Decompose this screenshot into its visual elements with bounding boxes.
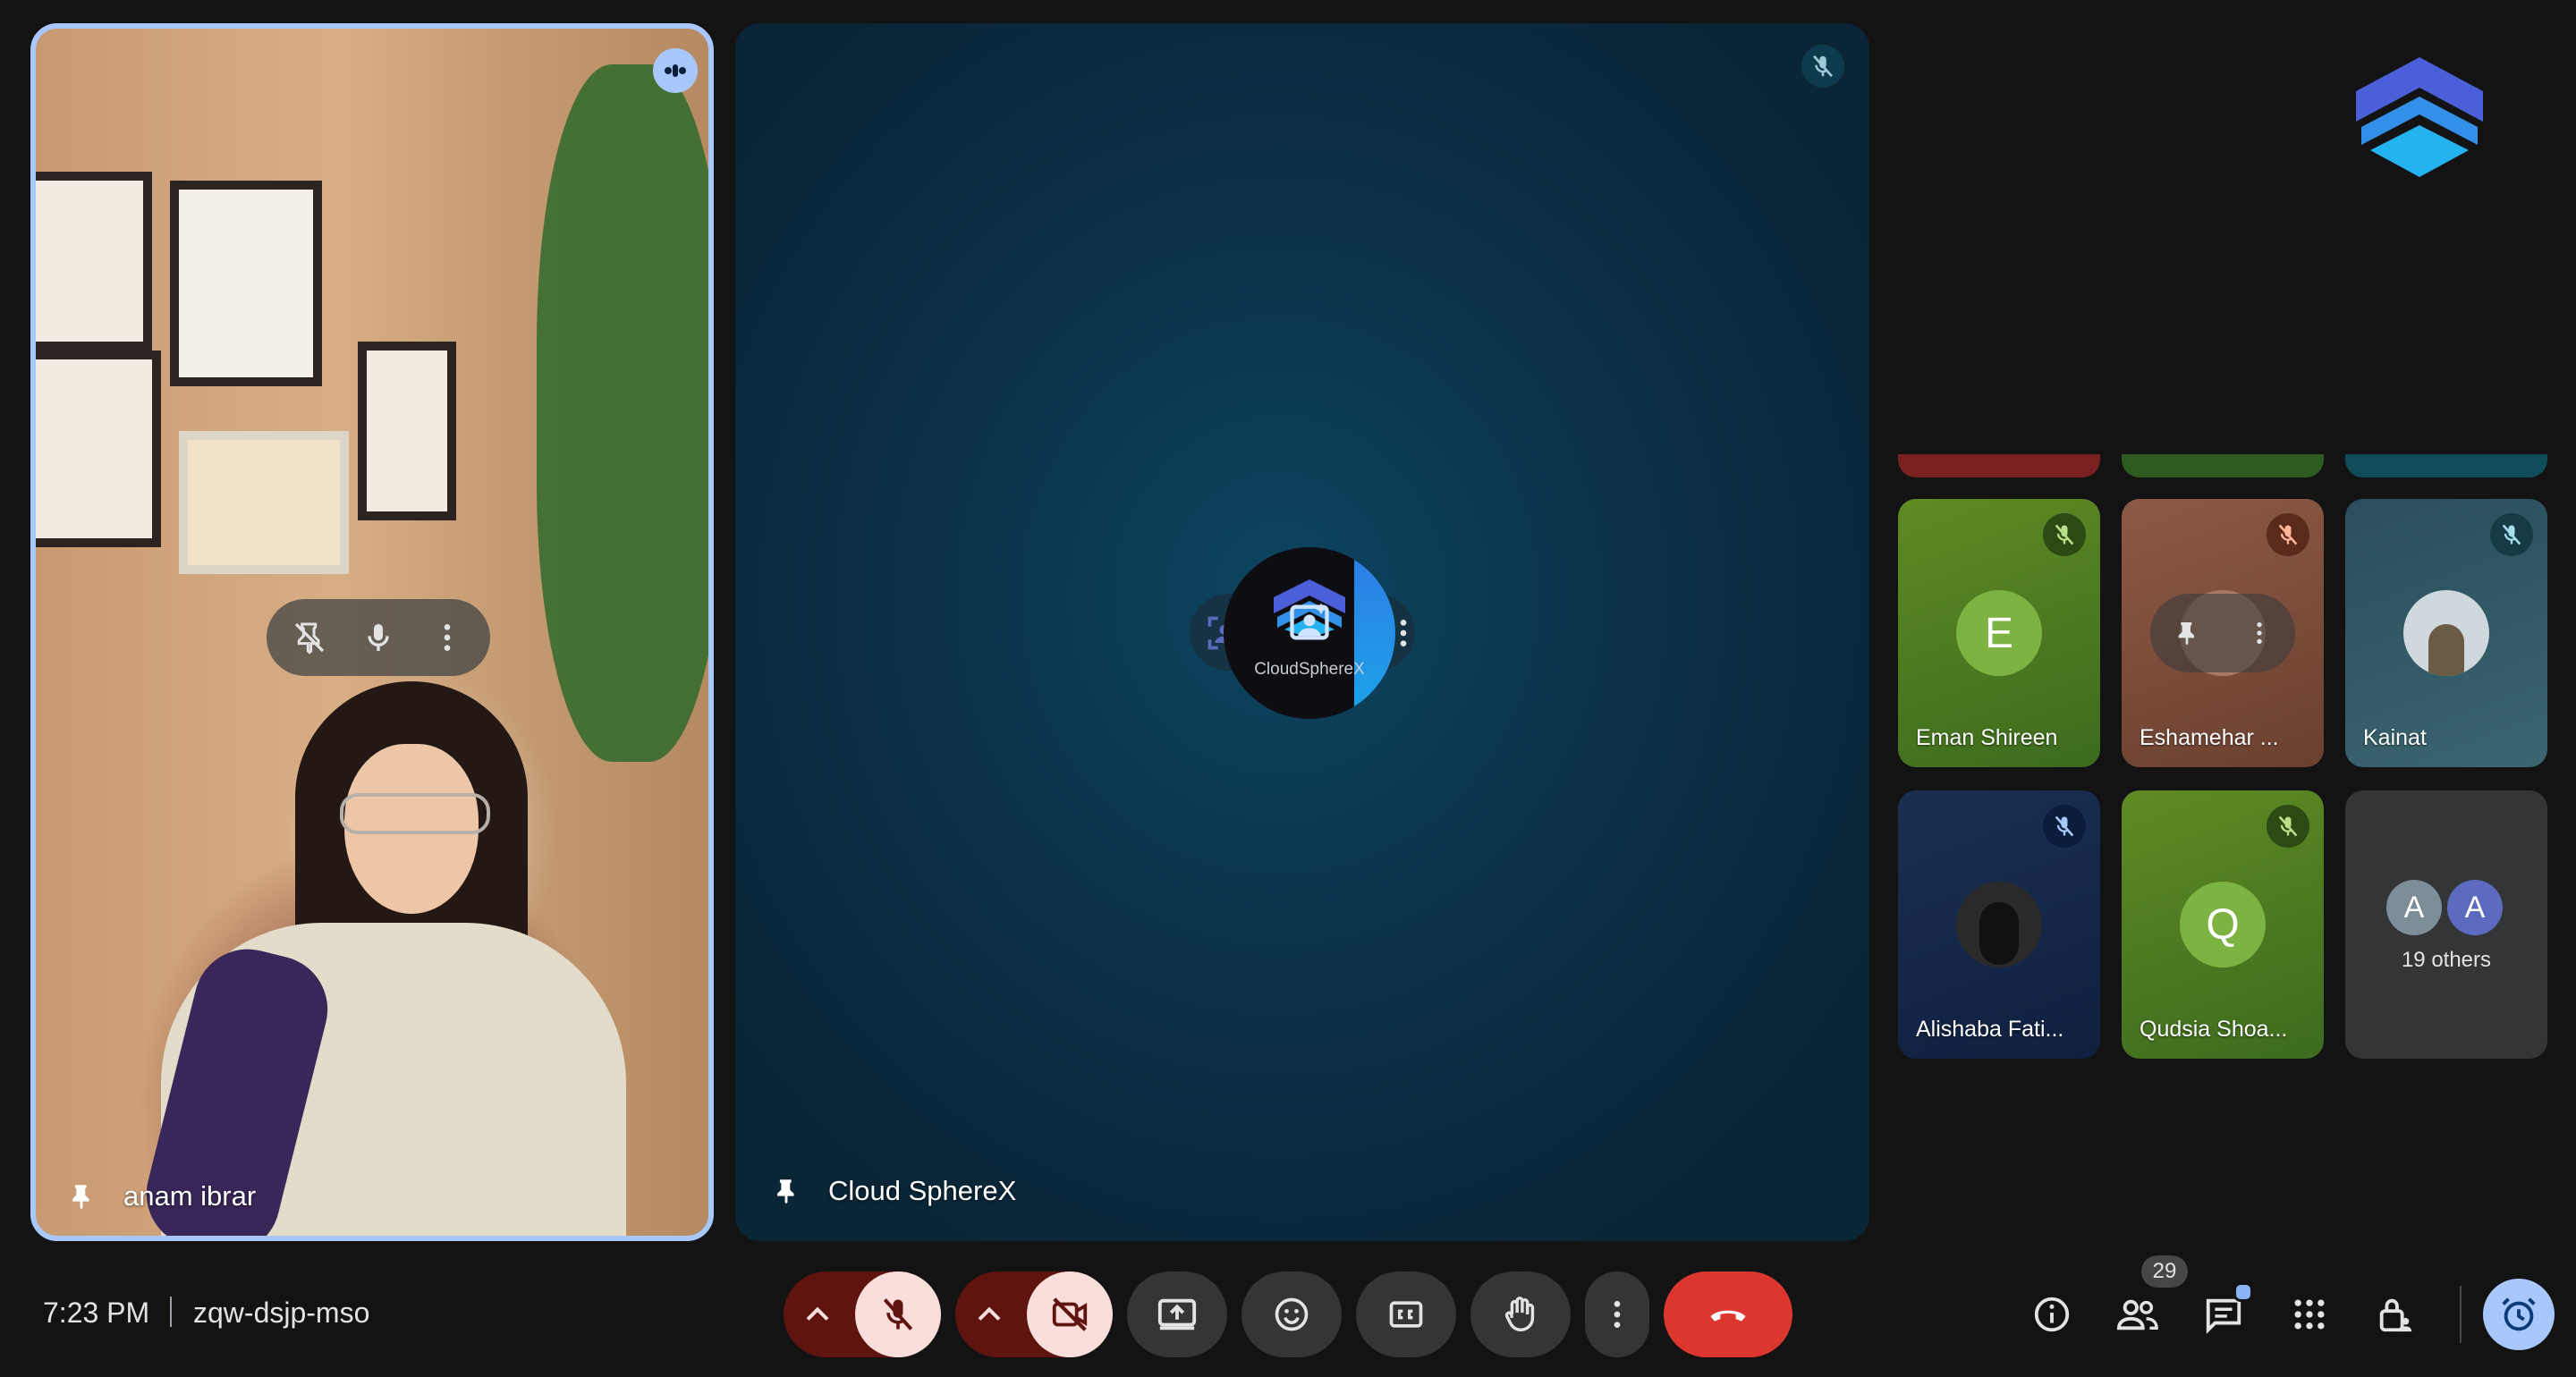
participant-name-label: Cloud SphereX (828, 1175, 1017, 1206)
participant-name-label: Qudsia Shoa... (2140, 1017, 2288, 1042)
participant-tile-partial[interactable] (2345, 454, 2547, 477)
others-tile[interactable]: A A 19 others (2345, 790, 2547, 1059)
emoji-icon (1275, 1297, 1309, 1331)
wall-frame (36, 351, 161, 547)
speaking-indicator-icon (653, 48, 698, 93)
camera-group (955, 1271, 1113, 1357)
camera-options-chevron-icon[interactable] (970, 1295, 1009, 1339)
wall-frame (358, 342, 456, 520)
avatar: E (1956, 590, 2042, 676)
wall-plant (537, 64, 708, 762)
apps-grid-icon (2294, 1299, 2325, 1330)
participant-tile-cloud-spherex[interactable]: CloudSphereX Cloud SphereX (735, 23, 1869, 1241)
logo-text: CloudSphereX (1254, 660, 1365, 679)
participant-tile-partial[interactable] (1898, 454, 2100, 477)
avatar (2403, 590, 2489, 676)
avatar-initial: E (1984, 609, 2013, 657)
pin-icon (777, 1179, 794, 1204)
mic-off-badge-icon (2043, 513, 2086, 556)
participant-name-label: anam ibrar (123, 1180, 257, 1212)
raise-hand-button[interactable] (1470, 1271, 1571, 1357)
camera-toggle-button[interactable] (1027, 1271, 1113, 1357)
cloudspherex-brand-logo-icon (2356, 57, 2483, 177)
wall-frame (179, 431, 349, 574)
avatar: A (2386, 880, 2442, 935)
chat-unread-dot (2233, 1282, 2253, 1302)
participant-name-label: Alishaba Fati... (1916, 1017, 2064, 1042)
participant-name-label: Kainat (2363, 725, 2427, 750)
participant-tile[interactable]: Eshamehar ... (2122, 499, 2324, 767)
call-end-icon (1710, 1310, 1746, 1322)
present-screen-icon (1157, 1298, 1197, 1331)
glasses (340, 793, 490, 834)
hand-icon (1504, 1297, 1535, 1331)
avatar-initial: A (2403, 890, 2425, 925)
participant-name: Cloud SphereX (771, 1175, 1016, 1207)
meeting-time: 7:23 PM (43, 1297, 150, 1329)
participant-tile[interactable]: Q Qudsia Shoa... (2122, 790, 2324, 1059)
lock-person-icon (2379, 1298, 2412, 1332)
mic-options-chevron-icon[interactable] (798, 1295, 837, 1339)
participant-tile[interactable]: E Eman Shireen (1898, 499, 2100, 767)
avatar (1956, 882, 2042, 967)
tile-hover-controls (267, 599, 490, 676)
pin-icon[interactable] (2173, 619, 2201, 647)
mic-off-badge-icon (2267, 513, 2309, 556)
participant-tile[interactable]: Kainat (2345, 499, 2547, 767)
divider (170, 1297, 172, 1327)
unpin-icon[interactable] (290, 618, 329, 657)
participant-tile-main[interactable]: anam ibrar (30, 23, 714, 1241)
avatar-initial: Q (2206, 900, 2240, 949)
cloudspherex-avatar: CloudSphereX (1224, 547, 1395, 719)
meeting-code: zqw-dsjp-mso (193, 1297, 370, 1329)
image-edit-icon (1290, 603, 1329, 640)
leave-call-button[interactable] (1664, 1271, 1792, 1357)
participant-tile-partial[interactable] (2122, 454, 2324, 477)
mic-off-badge-icon (1801, 45, 1844, 88)
reactions-button[interactable] (1241, 1271, 1342, 1357)
meeting-details-button[interactable] (2025, 1289, 2079, 1339)
pin-icon (72, 1185, 89, 1210)
more-vert-icon[interactable] (428, 618, 467, 657)
participant-name-label: Eshamehar ... (2140, 725, 2279, 750)
mic-off-icon (883, 1298, 913, 1331)
participant-count-badge: 29 (2141, 1255, 2188, 1288)
participant-tile[interactable]: Alishaba Fati... (1898, 790, 2100, 1059)
more-vert-icon (1614, 1301, 1621, 1328)
participant-name: anam ibrar (66, 1180, 256, 1212)
activities-button[interactable] (2283, 1289, 2336, 1339)
present-button[interactable] (1127, 1271, 1227, 1357)
participant-name-label: Eman Shireen (1916, 725, 2058, 750)
mic-toggle-button[interactable] (855, 1271, 941, 1357)
mic-off-badge-icon (2490, 513, 2533, 556)
timer-button[interactable] (2483, 1279, 2555, 1350)
wall-frame (170, 181, 322, 386)
closed-caption-icon (1389, 1301, 1423, 1328)
people-button[interactable] (2111, 1289, 2165, 1339)
more-options-button[interactable] (1585, 1271, 1649, 1357)
host-controls-button[interactable] (2368, 1289, 2422, 1339)
avatar: A (2447, 880, 2503, 935)
info-icon (2034, 1297, 2070, 1332)
people-icon (2116, 1299, 2158, 1331)
avatar: Q (2180, 882, 2266, 967)
mic-off-badge-icon (2267, 805, 2309, 848)
others-count-label: 19 others (2401, 948, 2492, 972)
more-vert-icon[interactable] (2245, 619, 2274, 647)
wall-frame (36, 172, 152, 351)
divider (2460, 1286, 2462, 1343)
mic-off-badge-icon (2043, 805, 2086, 848)
videocam-off-icon (1052, 1297, 1088, 1331)
avatar-initial: A (2464, 890, 2486, 925)
tile-hover-controls (2150, 594, 2295, 672)
mic-group (784, 1271, 941, 1357)
captions-button[interactable] (1356, 1271, 1456, 1357)
mic-icon[interactable] (359, 618, 398, 657)
alarm-clock-icon (2502, 1297, 2536, 1331)
